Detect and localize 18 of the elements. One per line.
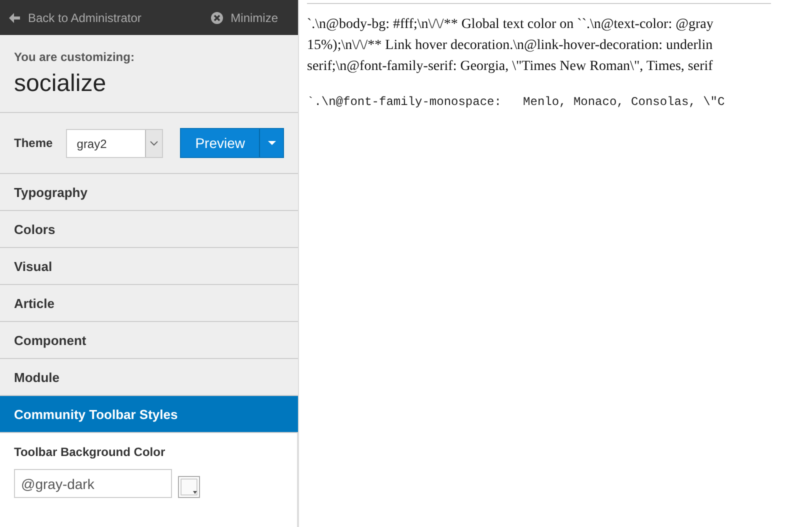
code-text-line: `.\n@body-bg: #fff;\n\/\/** Global text color on ``.\n@text-color: @gray — [307, 16, 714, 34]
chevron-icon — [150, 140, 158, 146]
minimize-button[interactable]: Minimize — [210, 10, 278, 24]
template-name: socialize — [14, 70, 108, 98]
code-text-line: serif;\n@font-family-serif: Georgia, \"Times New Roman\", Times, serif — [307, 58, 714, 76]
back-arrow-icon — [9, 12, 20, 22]
color-picker-icon[interactable] — [178, 476, 200, 498]
code-text-line: 15%);\n\/\/** Link hover decoration.\n@link-hover-decoration: underlin — [307, 37, 714, 55]
close-icon — [210, 12, 223, 24]
caret-icon — [268, 141, 276, 145]
theme-label: Theme — [14, 136, 54, 150]
field-label: Toolbar Background Color — [14, 445, 166, 459]
monospace-text-line: `.\n@font-family-monospace: Menlo, Monaco, Consolas, \"C — [307, 95, 726, 109]
theme-select[interactable]: gray2 — [66, 128, 164, 158]
color-input-field[interactable]: @gray-dark — [14, 469, 172, 498]
section-tab[interactable]: Community Toolbar Styles — [0, 396, 298, 433]
customizing-caption: You are customizing: — [14, 50, 136, 64]
back-link[interactable]: Back to Administrator — [9, 10, 142, 24]
